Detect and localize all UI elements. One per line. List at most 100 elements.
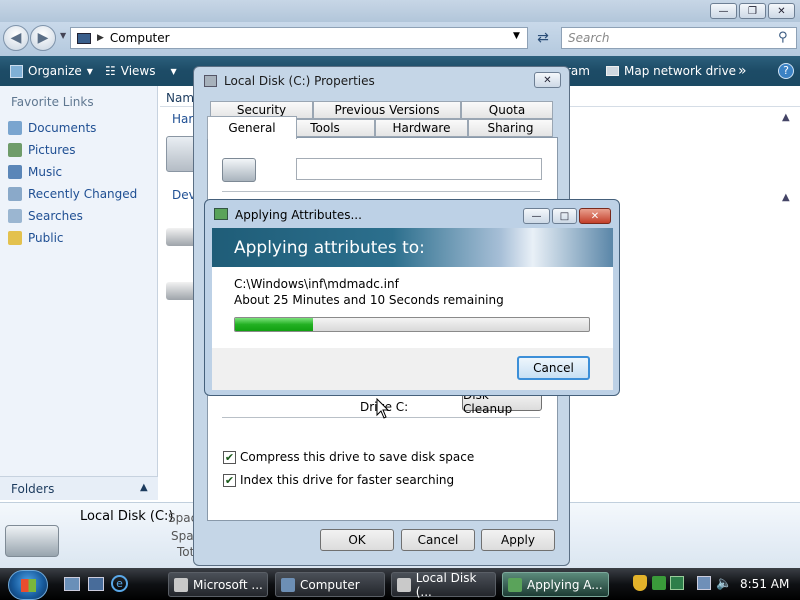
music-icon [8,165,22,179]
tab-label: Sharing [487,121,534,135]
help-icon: ? [778,63,794,79]
recent-pages-dropdown-icon[interactable]: ▼ [60,31,66,40]
collapse-group-icon[interactable]: ▲ [782,192,790,203]
favorite-link-searches[interactable]: Searches [8,206,83,226]
organize-label: Organize [28,64,82,78]
name-column-header[interactable]: Nam [166,91,194,105]
favorite-link-public[interactable]: Public [8,228,64,248]
collapse-group-icon[interactable]: ▲ [782,112,790,123]
taskbar-item-label: Applying A... [527,577,603,592]
volume-muted-icon[interactable]: 🔈 [716,576,732,591]
cancel-button[interactable]: Cancel [401,529,475,551]
computer-icon [281,577,295,592]
favorite-link-pictures[interactable]: Pictures [8,140,76,160]
index-checkbox[interactable]: ✔ [223,473,236,487]
drive-icon[interactable] [166,228,196,246]
network-drive-icon [606,66,619,76]
forward-button[interactable]: ▶ [30,25,56,51]
index-drive-option[interactable]: ✔ Index this drive for faster searching [223,473,454,487]
apply-cancel-button[interactable]: Cancel [517,356,590,380]
searches-icon [8,209,22,223]
apply-close-button[interactable]: ✕ [579,208,611,224]
help-button[interactable]: ? [778,56,794,86]
clock[interactable]: 8:51 AM [740,577,789,591]
ok-button[interactable]: OK [320,529,394,551]
switch-windows-icon[interactable] [88,577,104,591]
folders-bar[interactable]: Folders ▲ [0,476,158,500]
address-input[interactable]: ▶ Computer ▼ [70,27,528,49]
properties-title: Local Disk (C:) Properties [224,74,375,88]
tab-label: Tools [310,121,340,135]
start-button[interactable] [8,570,48,600]
favorite-link-recently-changed[interactable]: Recently Changed [8,184,137,204]
drive-icon[interactable] [166,282,196,300]
tab-label: Previous Versions [334,103,440,117]
network-icon[interactable] [697,576,711,590]
taskbar-item-label: Local Disk (... [415,570,477,599]
tray-app-icon[interactable] [652,576,666,590]
tab-label: General [228,121,276,135]
more-commands-button[interactable]: » [738,56,747,86]
back-button[interactable]: ◀ [3,25,29,51]
close-button[interactable]: ✕ [768,3,795,19]
apply-banner: Applying attributes to: [212,228,613,267]
time-remaining: About 25 Minutes and 10 Seconds remainin… [234,293,504,307]
favorite-link-label: Music [28,165,63,179]
apply-heading: Applying attributes to: [234,237,425,258]
organize-button[interactable]: Organize ▼ [10,56,93,86]
tab-general[interactable]: General [207,116,297,139]
tab-quota[interactable]: Quota [461,101,553,119]
tray-app-icon[interactable] [670,576,684,590]
compress-checkbox[interactable]: ✔ [223,450,236,464]
apply-maximize-button[interactable]: □ [552,208,577,224]
tab-hardware[interactable]: Hardware [375,119,468,137]
minimize-icon: — [531,210,542,222]
favorite-link-label: Documents [28,121,97,135]
close-icon: ✕ [590,210,600,222]
drive-icon [397,577,411,592]
navigation-pane: Favorite Links Documents Pictures Music … [0,86,158,480]
taskbar-item-microsoft[interactable]: Microsoft ... [168,572,268,597]
views-button[interactable]: ☷ Views ▼ [105,56,177,86]
drive-label-input[interactable] [296,158,542,180]
favorite-link-label: Recently Changed [28,187,138,201]
address-path: Computer [109,31,170,45]
restore-button[interactable]: ❐ [739,3,766,19]
local-disk-icon[interactable] [166,136,196,172]
more-commands-label: » [738,63,747,79]
address-dropdown-icon[interactable]: ▼ [513,31,520,41]
apply-minimize-button[interactable]: — [523,208,550,224]
minimize-button[interactable]: — [710,3,737,19]
ok-label: OK [348,533,366,547]
folders-label: Folders [11,481,55,496]
search-placeholder: Search [568,31,610,45]
map-network-drive-button[interactable]: Map network drive [606,56,736,86]
current-file-path: C:\Windows\inf\mdmadc.inf [234,277,399,291]
taskbar-item-computer[interactable]: Computer [275,572,385,597]
search-input[interactable]: Search ⚲ [561,27,797,49]
taskbar-item-applying-attributes[interactable]: Applying A... [502,572,609,597]
tab-sharing[interactable]: Sharing [468,119,553,137]
refresh-icon[interactable]: ⇄ [533,28,553,48]
search-icon[interactable]: ⚲ [778,30,788,45]
favorite-link-music[interactable]: Music [8,162,62,182]
organize-icon [10,64,23,78]
tab-previous-versions[interactable]: Previous Versions [313,101,461,119]
tab-label: Quota [488,103,526,117]
local-disk-large-icon [5,525,59,557]
public-folder-icon [8,231,22,245]
apply-button[interactable]: Apply [481,529,555,551]
properties-close-button[interactable]: ✕ [534,72,561,88]
show-desktop-icon[interactable] [64,577,80,591]
apply-title: Applying Attributes... [235,208,362,222]
favorite-link-label: Pictures [28,143,76,157]
back-arrow-icon: ◀ [10,30,22,46]
internet-explorer-icon[interactable]: e [111,575,128,592]
compress-drive-option[interactable]: ✔ Compress this drive to save disk space [223,450,474,464]
progress-bar-fill [235,318,313,331]
taskbar-item-local-disk[interactable]: Local Disk (... [391,570,496,599]
security-shield-icon[interactable] [633,575,647,591]
favorite-link-documents[interactable]: Documents [8,118,96,138]
apply-title-icon [214,208,228,220]
chevron-down-icon: ▼ [170,66,177,76]
